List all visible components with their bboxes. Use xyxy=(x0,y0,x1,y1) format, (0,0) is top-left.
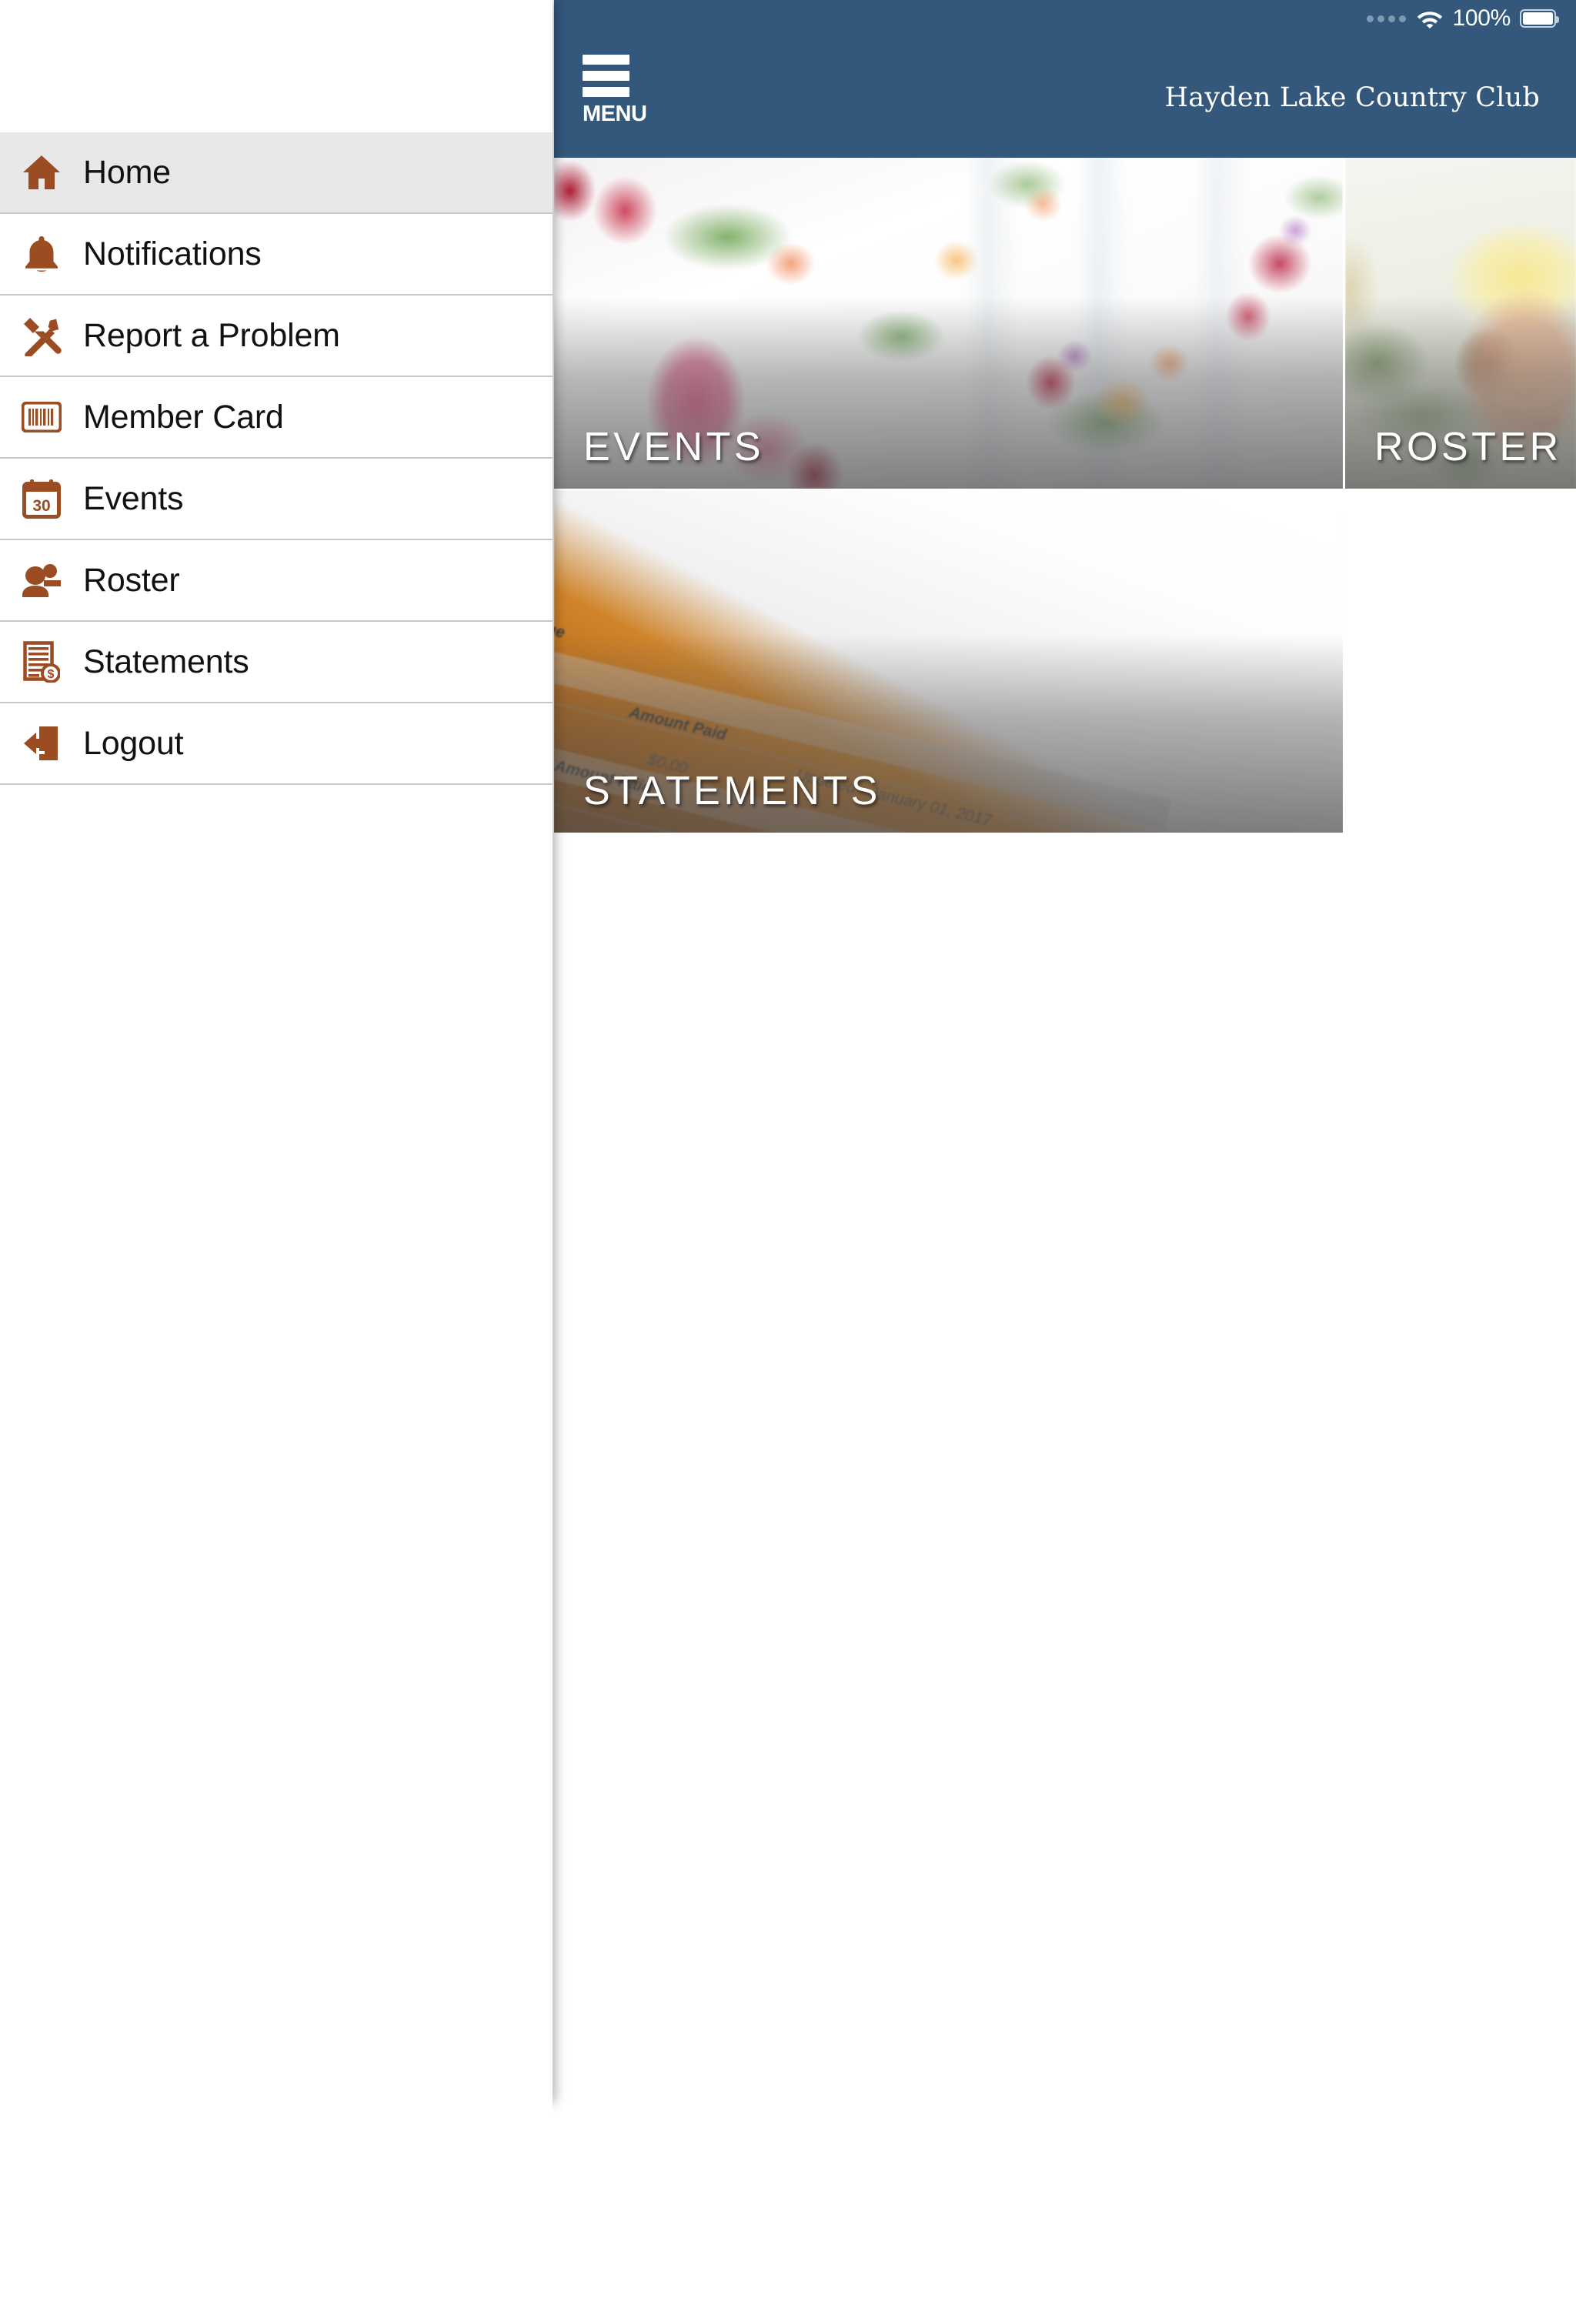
sidebar-item-notifications-label: Notifications xyxy=(83,235,262,272)
invoice-dollar-icon: $ xyxy=(0,641,83,683)
tile-statements[interactable]: Charge 0.00 Amount Paid $0.00 Updated - … xyxy=(554,490,1343,833)
svg-text:30: 30 xyxy=(32,497,50,515)
menu-bar-3 xyxy=(583,87,629,97)
battery-percent-label: 100% xyxy=(1452,5,1511,31)
tile-events[interactable]: EVENTS xyxy=(554,158,1343,489)
sidebar-item-report-a-problem[interactable]: Report a Problem xyxy=(0,296,553,377)
page-title: Hayden Lake Country Club xyxy=(1164,82,1540,113)
barcode-card-icon xyxy=(0,402,83,432)
menu-bar-1 xyxy=(583,55,629,65)
bell-icon xyxy=(0,234,83,274)
menu-label: MENU xyxy=(583,102,647,126)
calendar-30-icon: 30 xyxy=(0,479,83,519)
tile-label-events: EVENTS xyxy=(583,425,765,469)
battery-full-icon xyxy=(1520,9,1559,28)
sidebar-item-roster[interactable]: Roster xyxy=(0,540,553,622)
sidebar-item-events[interactable]: 30 Events xyxy=(0,459,553,540)
sidebar-item-statements-label: Statements xyxy=(83,643,249,680)
sidebar-item-events-label: Events xyxy=(83,479,184,517)
signal-strength-dots xyxy=(1367,15,1407,22)
sidebar-item-statements[interactable]: $ Statements xyxy=(0,622,553,703)
hamburger-menu-icon[interactable]: MENU xyxy=(583,55,652,125)
content-column: 100% MENU Hayden Lake Country Club EVENT… xyxy=(554,0,1576,2102)
navigation-drawer: Home Notifications Report a Problem Memb… xyxy=(0,0,553,2324)
home-icon xyxy=(0,152,83,192)
nav-bar: MENU Hayden Lake Country Club xyxy=(554,37,1576,158)
wifi-icon xyxy=(1417,11,1443,28)
tile-label-statements: STATEMENTS xyxy=(583,769,881,813)
sidebar-item-home[interactable]: Home xyxy=(0,132,553,214)
tile-roster[interactable]: ROSTER xyxy=(1345,158,1576,489)
sidebar-item-home-label: Home xyxy=(83,153,171,191)
sidebar-item-member-card-label: Member Card xyxy=(83,398,284,436)
svg-text:$: $ xyxy=(48,668,55,681)
logout-arrow-icon xyxy=(0,724,83,763)
drawer-empty-area xyxy=(0,785,553,2324)
tile-label-roster: ROSTER xyxy=(1374,425,1562,469)
sidebar-item-report-a-problem-label: Report a Problem xyxy=(83,316,340,354)
app-frame: 100% MENU Hayden Lake Country Club EVENT… xyxy=(0,0,1576,2324)
sidebar-item-roster-label: Roster xyxy=(83,561,180,599)
drawer-top-spacer xyxy=(0,0,553,132)
status-bar: 100% xyxy=(554,0,1576,37)
sidebar-item-logout-label: Logout xyxy=(83,724,184,762)
tools-icon xyxy=(0,315,83,356)
people-icon xyxy=(0,563,83,598)
sidebar-item-notifications[interactable]: Notifications xyxy=(0,214,553,296)
sidebar-item-logout[interactable]: Logout xyxy=(0,703,553,785)
sidebar-item-member-card[interactable]: Member Card xyxy=(0,377,553,459)
menu-bar-2 xyxy=(583,71,629,81)
